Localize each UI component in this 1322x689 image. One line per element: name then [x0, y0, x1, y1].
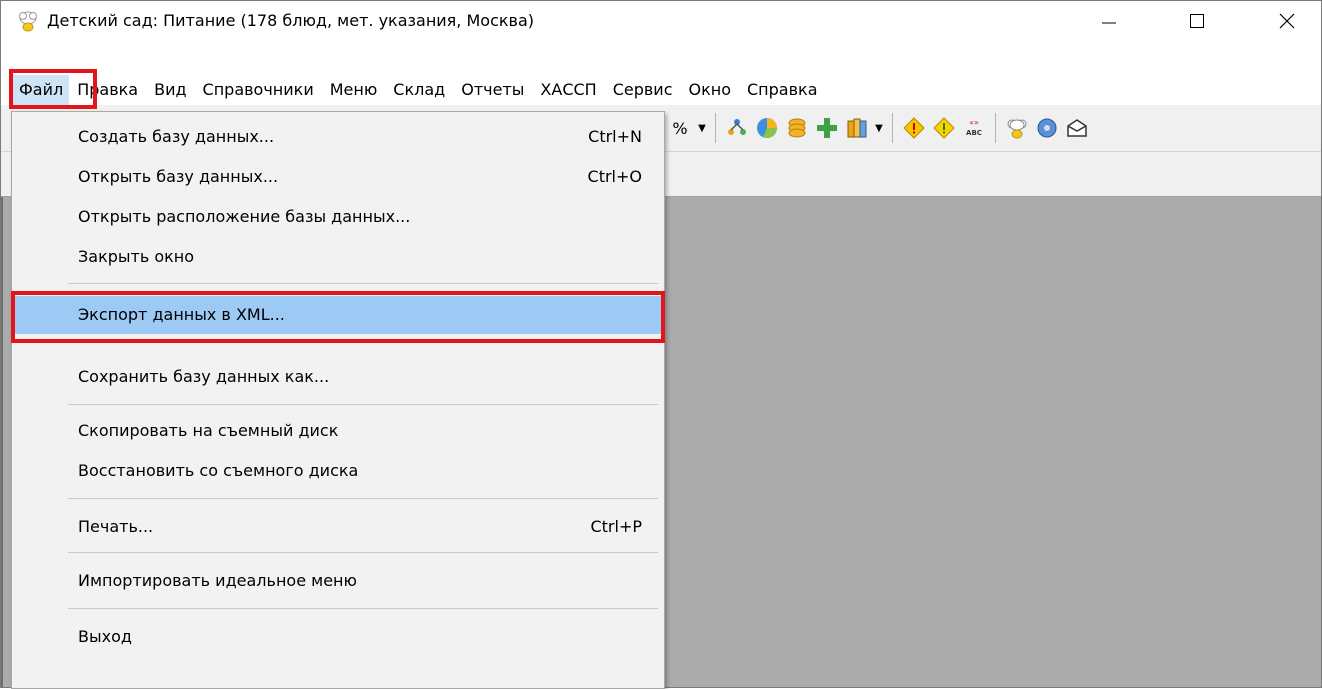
menu-reports[interactable]: Отчеты	[453, 75, 532, 105]
svg-text:ABC: ABC	[966, 129, 982, 137]
menu-item-print[interactable]: Печать... Ctrl+P	[12, 508, 664, 546]
svg-text:«»: «»	[969, 118, 979, 127]
title-bar: Детский сад: Питание (178 блюд, мет. ука…	[1, 1, 1321, 41]
menu-view[interactable]: Вид	[146, 75, 194, 105]
menu-item-close-window[interactable]: Закрыть окно	[12, 238, 664, 276]
pie-chart-icon[interactable]	[752, 113, 782, 143]
chef-hat-icon[interactable]	[1002, 113, 1032, 143]
maximize-button[interactable]	[1169, 1, 1225, 41]
menu-menu[interactable]: Меню	[322, 75, 386, 105]
percent-button[interactable]: %	[665, 113, 695, 143]
menu-item-shortcut: Ctrl+O	[587, 167, 642, 186]
menu-window[interactable]: Окно	[680, 75, 739, 105]
minimize-button[interactable]	[1081, 1, 1137, 41]
menu-item-label: Открыть расположение базы данных...	[78, 207, 411, 226]
menu-service[interactable]: Сервис	[605, 75, 681, 105]
add-plus-icon[interactable]	[812, 113, 842, 143]
menu-item-label: Восстановить со съемного диска	[78, 461, 359, 480]
app-window: Детский сад: Питание (178 блюд, мет. ука…	[0, 0, 1322, 689]
chevron-down-icon[interactable]: ▼	[872, 113, 886, 143]
menu-item-label: Печать...	[78, 517, 154, 536]
menu-file[interactable]: Файл	[11, 75, 70, 105]
menu-separator	[68, 404, 658, 405]
menu-item-restore-removable[interactable]: Восстановить со съемного диска	[12, 452, 664, 490]
workspace-edge	[1, 197, 3, 687]
menu-item-label: Выход	[78, 627, 132, 646]
menu-separator	[68, 552, 658, 553]
menu-item-shortcut: Ctrl+N	[588, 127, 642, 146]
menu-item-label: Сохранить базу данных как...	[78, 367, 330, 386]
chevron-down-icon[interactable]: ▼	[695, 113, 709, 143]
menu-edit[interactable]: Правка	[69, 75, 146, 105]
menu-item-label: Экспорт данных в XML...	[78, 305, 285, 324]
menu-haccp[interactable]: ХАССП	[532, 75, 604, 105]
menu-separator	[68, 283, 658, 284]
menu-item-save-db-as[interactable]: Сохранить базу данных как...	[12, 358, 664, 396]
menu-item-label: Импортировать идеальное меню	[78, 571, 357, 590]
menu-item-open-db-location[interactable]: Открыть расположение базы данных...	[12, 198, 664, 236]
mail-icon[interactable]	[1062, 113, 1092, 143]
menu-separator	[68, 608, 658, 609]
close-button[interactable]	[1259, 1, 1315, 41]
window-title: Детский сад: Питание (178 блюд, мет. ука…	[47, 11, 534, 30]
menu-help[interactable]: Справка	[739, 75, 826, 105]
menu-separator	[68, 498, 658, 499]
menu-warehouse[interactable]: Склад	[385, 75, 453, 105]
toolbar-separator	[995, 113, 996, 143]
menu-item-open-db[interactable]: Открыть базу данных... Ctrl+O	[12, 158, 664, 196]
menu-item-exit[interactable]: Выход	[12, 618, 664, 656]
menu-separator	[68, 342, 658, 343]
abc-spell-icon[interactable]: «» ABC	[959, 113, 989, 143]
maximize-icon	[1190, 14, 1204, 28]
menu-item-label: Скопировать на съемный диск	[78, 421, 339, 440]
menu-item-label: Создать базу данных...	[78, 127, 275, 146]
warning-diamond-icon[interactable]	[929, 113, 959, 143]
coins-icon[interactable]	[782, 113, 812, 143]
toolbar-separator	[715, 113, 716, 143]
toolbar-separator	[892, 113, 893, 143]
disc-icon[interactable]	[1032, 113, 1062, 143]
menu-item-shortcut: Ctrl+P	[590, 517, 642, 536]
menu-references[interactable]: Справочники	[195, 75, 322, 105]
menu-item-label: Закрыть окно	[78, 247, 195, 266]
chef-hat-icon	[17, 10, 39, 32]
menu-item-export-xml[interactable]: Экспорт данных в XML...	[12, 296, 664, 334]
menu-bar: Файл Правка Вид Справочники Меню Склад О…	[1, 75, 1321, 105]
close-icon	[1279, 13, 1295, 29]
menu-item-copy-removable[interactable]: Скопировать на съемный диск	[12, 412, 664, 450]
books-icon[interactable]	[842, 113, 872, 143]
warning-diamond-icon[interactable]	[899, 113, 929, 143]
menu-item-label: Открыть базу данных...	[78, 167, 279, 186]
menu-item-create-db[interactable]: Создать базу данных... Ctrl+N	[12, 118, 664, 156]
file-menu-dropdown: Создать базу данных... Ctrl+N Открыть ба…	[11, 111, 665, 689]
minimize-icon	[1102, 22, 1116, 24]
menu-item-import-ideal-menu[interactable]: Импортировать идеальное меню	[12, 562, 664, 600]
tree-diagram-icon[interactable]	[722, 113, 752, 143]
